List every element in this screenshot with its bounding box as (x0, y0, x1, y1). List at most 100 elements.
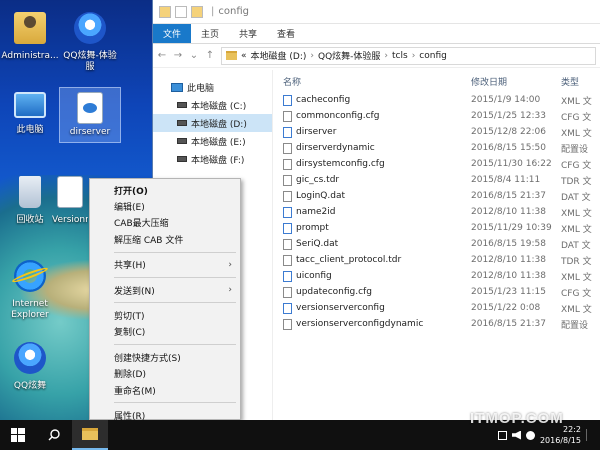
submenu-chevron-icon: › (228, 285, 232, 296)
context-menu-item[interactable]: 重命名(M) (90, 382, 240, 398)
context-menu-item[interactable]: 打开(O) (90, 182, 240, 198)
file-row[interactable]: prompt 2015/11/29 10:39 XML 文 (281, 220, 600, 236)
nav-item-drive-d[interactable]: 本地磁盘 (D:) (153, 114, 272, 132)
file-type: 配置设 (561, 320, 589, 331)
start-button[interactable] (0, 420, 36, 450)
file-name: LoginQ.dat (296, 191, 345, 201)
file-type: TDR 文 (561, 256, 592, 267)
recent-chevron-icon[interactable]: ⌄ (189, 50, 199, 61)
ime-icon[interactable] (525, 430, 535, 440)
context-menu-item[interactable]: 剪切(T) (90, 307, 240, 323)
file-row[interactable]: versionserverconfigdynamic 2016/8/15 21:3… (281, 316, 600, 332)
column-header-date[interactable]: 修改日期 (471, 75, 561, 88)
tab-file[interactable]: 文件 (153, 24, 192, 43)
breadcrumb-item[interactable]: tcls (392, 51, 408, 61)
file-icon (283, 158, 292, 170)
new-folder-icon[interactable] (191, 5, 203, 18)
desktop-icon-administrator[interactable]: Administra... (0, 8, 60, 62)
file-type: TDR 文 (561, 176, 592, 187)
breadcrumb-item[interactable]: config (419, 51, 447, 61)
context-menu-item[interactable]: 删除(D) (90, 366, 240, 382)
breadcrumb-item[interactable]: 本地磁盘 (D:) (251, 49, 307, 62)
folder-icon[interactable] (159, 5, 171, 18)
desktop-icon-versionserverconfig[interactable]: VersionrCo (52, 172, 88, 226)
file-row[interactable]: SeriQ.dat 2016/8/15 19:58 DAT 文 (281, 236, 600, 252)
column-header-type[interactable]: 类型 (561, 75, 600, 88)
menu-separator (114, 276, 236, 278)
volume-icon[interactable] (511, 430, 521, 440)
file-row[interactable]: uiconfig 2012/8/10 11:38 XML 文 (281, 268, 600, 284)
context-menu-item[interactable]: 创建快捷方式(S) (90, 349, 240, 365)
nav-item-label: 此电脑 (187, 83, 215, 94)
file-name-cell: commonconfig.cfg (281, 110, 471, 122)
file-row[interactable]: name2id 2012/8/10 11:38 XML 文 (281, 204, 600, 220)
nav-item-label: 本地磁盘 (F:) (191, 155, 245, 166)
tab-share[interactable]: 共享 (229, 24, 267, 43)
desktop-icon-recycle-bin[interactable]: 回收站 (0, 172, 60, 226)
desktop-icon-qqx5[interactable]: QQ炫舞 (0, 338, 60, 392)
context-menu-item[interactable]: 解压缩 CAB 文件 (90, 231, 240, 247)
breadcrumb-item[interactable]: QQ炫舞-体验服 (318, 49, 380, 62)
nav-item-drive-e[interactable]: 本地磁盘 (E:) (153, 132, 272, 150)
taskbar-file-explorer[interactable] (72, 420, 108, 450)
file-row[interactable]: dirserver 2015/12/8 22:06 XML 文 (281, 124, 600, 140)
file-date: 2015/1/23 11:15 (471, 287, 546, 297)
back-arrow-icon[interactable]: ← (157, 50, 167, 61)
file-row[interactable]: cacheconfig 2015/1/9 14:00 XML 文 (281, 92, 600, 108)
nav-item-drive-c[interactable]: 本地磁盘 (C:) (153, 96, 272, 114)
drive-icon (177, 138, 187, 144)
file-row[interactable]: dirserverdynamic 2016/8/15 15:50 配置设 (281, 140, 600, 156)
nav-item-drive-f[interactable]: 本地磁盘 (F:) (153, 150, 272, 168)
desktop-icon-this-pc[interactable]: 此电脑 (0, 88, 60, 136)
properties-icon[interactable] (175, 5, 187, 18)
file-row[interactable]: dirsystemconfig.cfg 2015/11/30 16:22 CFG 文 (281, 156, 600, 172)
search-button[interactable] (36, 420, 72, 450)
context-menu: 打开(O) 编辑(E) CAB最大压缩解压缩 CAB 文件共享(H) › 发送到(N) ›… (89, 178, 241, 422)
forward-arrow-icon[interactable]: → (173, 50, 183, 61)
file-name: versionserverconfigdynamic (296, 319, 424, 329)
up-arrow-icon[interactable]: ↑ (205, 50, 215, 61)
file-row[interactable]: gic_cs.tdr 2015/8/4 11:11 TDR 文 (281, 172, 600, 188)
file-type: CFG 文 (561, 112, 592, 123)
network-icon[interactable] (497, 430, 507, 440)
desktop-icon-label: Internet Explorer (11, 299, 49, 320)
file-row[interactable]: versionserverconfig 2015/1/22 0:08 XML 文 (281, 300, 600, 316)
breadcrumb-overflow[interactable]: « (241, 51, 247, 61)
xml-file-icon (57, 176, 83, 208)
nav-item-this-pc[interactable]: 此电脑 (153, 78, 272, 96)
file-type: XML 文 (561, 96, 592, 107)
desktop-icon-label: dirserver (69, 127, 111, 137)
file-type: XML 文 (561, 304, 592, 315)
context-menu-item[interactable]: 发送到(N) › (90, 282, 240, 298)
nav-item-label: 本地磁盘 (D:) (191, 119, 247, 130)
file-name-cell: versionserverconfigdynamic (281, 318, 471, 330)
file-date: 2015/11/29 10:39 (471, 223, 552, 233)
desktop-icon-dirserver[interactable]: dirserver (59, 87, 121, 143)
menu-separator (114, 402, 236, 404)
address-bar[interactable]: « 本地磁盘 (D:) › QQ炫舞-体验服 › tcls › config (221, 46, 596, 65)
file-date: 2015/1/9 14:00 (471, 95, 541, 105)
file-date: 2015/1/22 0:08 (471, 303, 541, 313)
file-row[interactable]: LoginQ.dat 2016/8/15 21:37 DAT 文 (281, 188, 600, 204)
tab-view[interactable]: 查看 (267, 24, 305, 43)
menu-separator (114, 251, 236, 253)
file-row[interactable]: commonconfig.cfg 2015/1/25 12:33 CFG 文 (281, 108, 600, 124)
tab-home[interactable]: 主页 (191, 24, 229, 43)
notification-icon[interactable] (586, 429, 594, 441)
file-row[interactable]: updateconfig.cfg 2015/1/23 11:15 CFG 文 (281, 284, 600, 300)
context-menu-item[interactable]: 编辑(E) (90, 198, 240, 214)
context-menu-item-label: 重命名(M) (114, 386, 156, 397)
context-menu-item[interactable]: 共享(H) › (90, 257, 240, 273)
drive-icon (177, 102, 187, 108)
desktop-icon-qqx5-beta[interactable]: QQ炫舞-体验服 (60, 8, 120, 73)
column-header-name[interactable]: 名称 (281, 75, 471, 88)
context-menu-item-label: 解压缩 CAB 文件 (114, 235, 184, 246)
context-menu-item-label: 复制(C) (114, 328, 146, 339)
file-name: dirserverdynamic (296, 143, 375, 153)
submenu-chevron-icon: › (228, 259, 232, 270)
desktop-icon-internet-explorer[interactable]: Internet Explorer (0, 256, 60, 321)
context-menu-item[interactable]: CAB最大压缩 (90, 215, 240, 231)
clock[interactable]: 22:2 2016/8/15 (540, 424, 581, 446)
file-row[interactable]: tacc_client_protocol.tdr 2012/8/10 11:38 T… (281, 252, 600, 268)
context-menu-item[interactable]: 复制(C) (90, 324, 240, 340)
